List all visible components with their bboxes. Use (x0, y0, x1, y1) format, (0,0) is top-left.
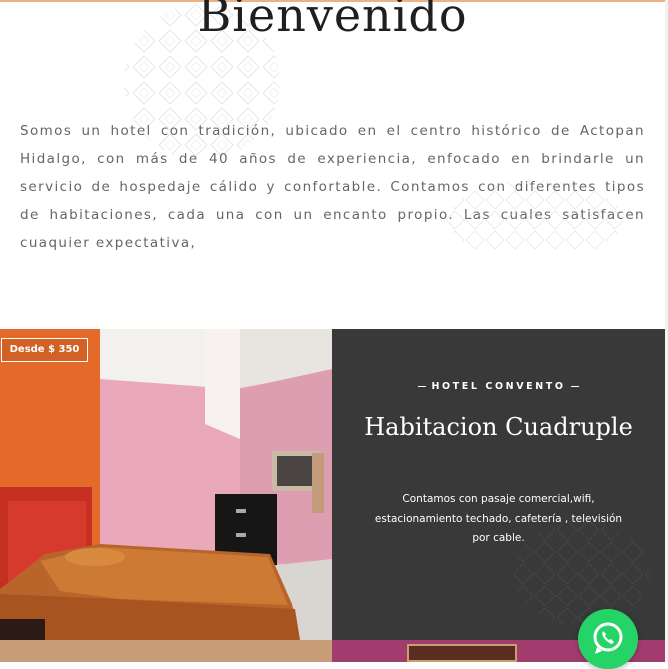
whatsapp-icon (593, 622, 623, 654)
room-info-panel: HOTEL CONVENTO Habitacion Cuadruple Cont… (332, 329, 665, 640)
picture-frame (407, 644, 517, 662)
room-photo[interactable] (0, 329, 332, 640)
divider-dash (571, 386, 580, 387)
next-room-photo-left[interactable] (0, 640, 332, 662)
room-title: Habitacion Cuadruple (364, 413, 633, 441)
whatsapp-button[interactable] (578, 609, 638, 669)
hotel-name: HOTEL CONVENTO (431, 381, 566, 392)
divider-dash (417, 386, 426, 387)
hotel-name-eyebrow: HOTEL CONVENTO (332, 381, 665, 392)
decorative-lattice-pattern (447, 180, 623, 250)
room-description: Contamos con pasaje comercial,wifi, esta… (374, 493, 623, 544)
price-badge: Desde $ 350 (1, 338, 88, 362)
page-title: Bienvenido (197, 0, 468, 42)
